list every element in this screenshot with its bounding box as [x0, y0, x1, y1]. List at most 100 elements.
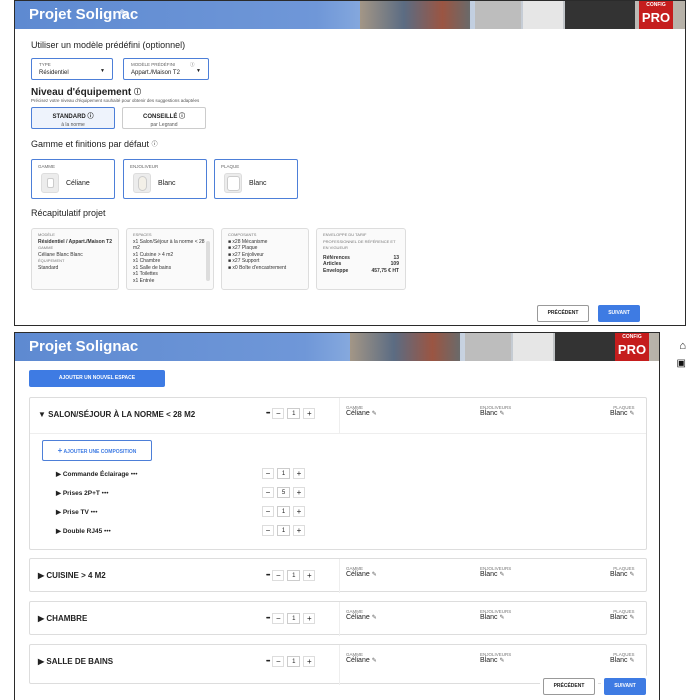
room-enjoliveurs[interactable]: ENJOLIVEURS Blanc ✎: [480, 566, 511, 578]
project-settings-panel: Projet Solignac ✎ CONFIG PRO Utiliser un …: [14, 0, 686, 326]
chevron-right-icon: ▶: [56, 509, 61, 516]
save-icon[interactable]: ▣: [677, 358, 686, 369]
pencil-icon: ✎: [371, 615, 377, 621]
decrement-button: −: [272, 570, 285, 581]
model-heading: Utiliser un modèle prédéfini (optionnel): [31, 40, 186, 50]
room-plaques[interactable]: PLAQUES Blanc ✎: [610, 405, 635, 417]
project-title: Projet Solignac: [29, 338, 139, 355]
pencil-icon: ✎: [629, 658, 635, 664]
increment-button: +: [303, 656, 316, 667]
gamme-card[interactable]: GAMME Céliane: [31, 159, 115, 199]
home-icon[interactable]: ⌂: [679, 340, 686, 352]
increment-button[interactable]: +: [303, 408, 316, 419]
info-icon: ⓘ: [190, 62, 195, 67]
recap-budget-card: ENVELOPPE DU TARIF PROFESSIONNEL DE RÉFÉ…: [316, 228, 406, 290]
room-card[interactable]: ▶ CUISINE > 4 M2 ••• −1 + GAMME Céliane ✎ E…: [29, 558, 647, 593]
banner-socket-photo: [523, 1, 563, 29]
type-select[interactable]: TYPE Résidentiel ▼: [31, 58, 113, 80]
plaque-card[interactable]: PLAQUE Blanc: [214, 159, 298, 199]
chevron-down-icon: ▼: [38, 410, 46, 419]
room-gamme[interactable]: GAMME Céliane ✎: [346, 405, 377, 417]
pencil-icon: ✎: [499, 572, 505, 578]
niveau-heading: Niveau d'équipement ⓘ: [31, 87, 141, 98]
add-space-button[interactable]: AJOUTER UN NOUVEL ESPACE: [29, 370, 165, 387]
chevron-down-icon: ▼: [196, 68, 201, 74]
more-icon: •••: [266, 615, 270, 622]
header-banner: Projet Solignac ✎ CONFIG PRO: [15, 1, 685, 29]
brand-logo: CONFIG PRO: [639, 1, 673, 29]
brand-logo: CONFIG PRO: [615, 333, 649, 361]
scrollbar[interactable]: [206, 241, 210, 281]
composition-quantity-stepper[interactable]: −1 +: [262, 468, 305, 479]
more-icon: •••: [101, 490, 109, 497]
more-icon[interactable]: •••: [266, 411, 270, 417]
more-icon: •••: [266, 658, 270, 665]
room-quantity-stepper[interactable]: ••• −1 +: [266, 613, 316, 624]
pencil-icon: ✎: [499, 411, 505, 417]
decrement-button: −: [262, 487, 274, 498]
chevron-right-icon: ▶: [56, 490, 61, 497]
add-composition-button[interactable]: + AJOUTER UNE COMPOSITION: [42, 440, 152, 461]
chevron-right-icon: ▶: [56, 528, 61, 535]
room-plaques[interactable]: PLAQUES Blanc ✎: [610, 609, 635, 621]
next-button[interactable]: SUIVANT: [604, 678, 646, 695]
banner-photo: [350, 333, 460, 361]
decrement-button: −: [272, 613, 285, 624]
composition-item[interactable]: ▶ Commande Éclairage •••: [56, 470, 138, 478]
composition-quantity-stepper[interactable]: −5 +: [262, 487, 305, 498]
previous-button[interactable]: PRÉCÉDENT: [537, 305, 589, 322]
level-conseille-option[interactable]: CONSEILLÉ ⓘ par Legrand: [122, 107, 206, 129]
banner-product-photo: [475, 1, 521, 29]
next-button[interactable]: SUIVANT: [598, 305, 640, 322]
info-icon: ⓘ: [133, 89, 141, 96]
more-icon: •••: [104, 528, 111, 535]
info-icon: ⓘ: [179, 114, 186, 120]
pencil-icon: ✎: [371, 658, 377, 664]
composition-quantity-stepper[interactable]: −1 +: [262, 525, 305, 536]
composition-item[interactable]: ▶ Prises 2P+T •••: [56, 489, 109, 497]
room-card[interactable]: ▶ CHAMBRE ••• −1 + GAMME Céliane ✎ ENJOLIVE…: [29, 601, 647, 636]
pencil-icon: ✎: [629, 411, 635, 417]
project-spaces-panel: Projet Solignac CONFIG PRO AJOUTER UN NOU…: [14, 332, 660, 700]
room-enjoliveurs[interactable]: ENJOLIVEURS Blanc ✎: [480, 652, 511, 664]
room-gamme[interactable]: GAMME Céliane ✎: [346, 566, 377, 578]
recap-model-card: MODÈLE Résidentiel / Appart./Maison T2 G…: [31, 228, 119, 290]
composition-item[interactable]: ▶ Double RJ45 •••: [56, 527, 111, 535]
chevron-right-icon: ▶: [38, 657, 45, 666]
room-enjoliveurs[interactable]: ENJOLIVEURS Blanc ✎: [480, 405, 511, 417]
room-plaques[interactable]: PLAQUES Blanc ✎: [610, 652, 635, 664]
chevron-right-icon: ▶: [56, 471, 61, 478]
room-plaques[interactable]: PLAQUES Blanc ✎: [610, 566, 635, 578]
model-select[interactable]: MODÈLE PRÉDÉFINI ⓘ Appart./Maison T2 ▼: [123, 58, 209, 80]
banner-photo: [360, 1, 470, 29]
celiane-switch-icon: [41, 173, 59, 193]
pencil-icon: ✎: [499, 615, 505, 621]
enjoliveur-card[interactable]: ENJOLIVEUR Blanc: [123, 159, 207, 199]
room-header[interactable]: ▼ SALON/SÉJOUR À LA NORME < 28 M2 ••• − …: [30, 398, 646, 434]
pencil-icon: ✎: [629, 572, 635, 578]
room-quantity-stepper[interactable]: ••• −1 +: [266, 656, 316, 667]
chevron-right-icon: ▶: [38, 614, 45, 623]
increment-button: +: [303, 613, 316, 624]
composition-quantity-stepper[interactable]: −1 +: [262, 506, 305, 517]
room-quantity-stepper[interactable]: ••• −1 +: [266, 570, 316, 581]
composition-item[interactable]: ▶ Prise TV •••: [56, 508, 97, 516]
room-quantity-stepper[interactable]: ••• − 1 +: [266, 408, 316, 419]
pencil-icon: ✎: [629, 615, 635, 621]
increment-button: +: [293, 525, 305, 536]
recap-spaces-card: ESPACES x1 Salon/Séjour à la norme < 28 …: [126, 228, 214, 290]
room-card: ▼ SALON/SÉJOUR À LA NORME < 28 M2 ••• − …: [29, 397, 647, 550]
increment-button: +: [293, 468, 305, 479]
decrement-button[interactable]: −: [272, 408, 285, 419]
banner-dark-photo: [565, 1, 635, 29]
more-icon: •••: [90, 509, 98, 516]
room-enjoliveurs[interactable]: ENJOLIVEURS Blanc ✎: [480, 609, 511, 621]
pencil-icon[interactable]: ✎: [119, 7, 129, 21]
room-gamme[interactable]: GAMME Céliane ✎: [346, 609, 377, 621]
level-standard-option[interactable]: STANDARD ⓘ à la norme: [31, 107, 115, 129]
previous-button[interactable]: PRÉCÉDENT: [543, 678, 595, 695]
enjoliveur-swatch-icon: [133, 173, 151, 193]
recap-heading: Récapitulatif projet: [31, 208, 106, 218]
increment-button: +: [293, 506, 305, 517]
room-gamme[interactable]: GAMME Céliane ✎: [346, 652, 377, 664]
